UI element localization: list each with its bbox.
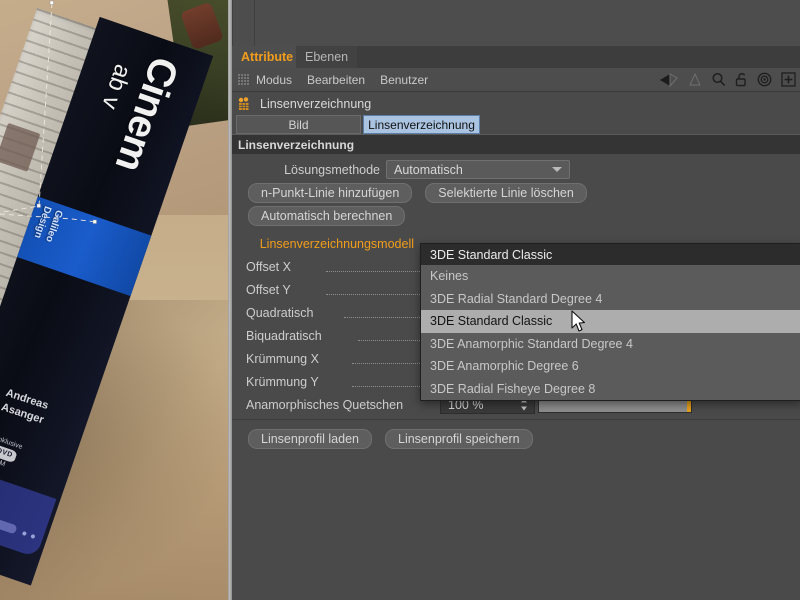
app-window: Cinem ab v Galileo Design Andreas Asange… bbox=[0, 0, 800, 600]
attribute-menubar: Modus Bearbeiten Benutzer bbox=[232, 68, 800, 92]
row-profile-buttons: Linsenprofil laden Linsenprofil speicher… bbox=[232, 427, 800, 450]
delete-selected-line-button[interactable]: Selektierte Linie löschen bbox=[425, 182, 587, 203]
solution-method-value: Automatisch bbox=[394, 162, 463, 177]
solution-method-dropdown[interactable]: Automatisch bbox=[386, 160, 570, 179]
back-arrow-icon[interactable] bbox=[659, 72, 679, 87]
object-header-row: Linsenverzeichnung bbox=[232, 92, 800, 115]
menubar-icon-group bbox=[659, 68, 796, 91]
dropdown-item-radial-standard-degree-4[interactable]: 3DE Radial Standard Degree 4 bbox=[421, 288, 800, 311]
dropdown-item-anamorphic-degree-6[interactable]: 3DE Anamorphic Degree 6 bbox=[421, 355, 800, 378]
upper-empty-panel bbox=[232, 0, 800, 47]
page-tab-bild[interactable]: Bild bbox=[236, 115, 361, 134]
panel-edge bbox=[232, 0, 233, 46]
row-calculate-button: Automatisch berechnen bbox=[232, 204, 800, 227]
group-header: Linsenverzeichnung bbox=[232, 134, 800, 154]
tab-attribute[interactable]: Attribute bbox=[232, 46, 303, 68]
viewport-image[interactable]: Cinem ab v Galileo Design Andreas Asange… bbox=[0, 0, 228, 600]
spine-blue-band bbox=[17, 196, 152, 297]
auto-calculate-button[interactable]: Automatisch berechnen bbox=[248, 205, 406, 226]
dropdown-item-anamorphic-standard-degree-4[interactable]: 3DE Anamorphic Standard Degree 4 bbox=[421, 333, 800, 356]
dot-leader bbox=[358, 330, 424, 341]
dropdown-item-keines[interactable]: Keines bbox=[421, 265, 800, 288]
distortion-model-dropdown-list[interactable]: 3DE Standard Classic Keines 3DE Radial S… bbox=[420, 243, 800, 401]
label-quadratisch: Quadratisch bbox=[246, 305, 314, 320]
label-offset-x: Offset X bbox=[246, 259, 291, 274]
mouse-cursor bbox=[571, 310, 586, 332]
book-media-info: inklusive DVD ROM bbox=[0, 435, 55, 484]
panel-seam bbox=[254, 0, 255, 46]
dropdown-item-radial-fisheye-degree-8[interactable]: 3DE Radial Fisheye Degree 8 bbox=[421, 378, 800, 401]
photo-background: Cinem ab v Galileo Design Andreas Asange… bbox=[0, 0, 228, 600]
object-title: Linsenverzeichnung bbox=[260, 96, 372, 111]
unlock-icon[interactable] bbox=[735, 72, 748, 87]
dot-leader bbox=[326, 284, 424, 295]
panel-tab-strip: Attribute Ebenen bbox=[232, 46, 800, 68]
load-lens-profile-button[interactable]: Linsenprofil laden bbox=[248, 428, 372, 449]
page-tab-row: Bild Linsenverzeichnung bbox=[232, 115, 800, 134]
grip-icon[interactable] bbox=[238, 74, 250, 85]
plus-box-icon[interactable] bbox=[781, 72, 796, 87]
dropdown-current-value: 3DE Standard Classic bbox=[421, 244, 800, 265]
row-line-buttons: n-Punkt-Linie hinzufügen Selektierte Lin… bbox=[232, 181, 800, 204]
page-tab-linsenverzeichnung[interactable]: Linsenverzeichnung bbox=[363, 115, 480, 134]
dropdown-item-standard-classic[interactable]: 3DE Standard Classic bbox=[421, 310, 800, 333]
label-distortion-model: Linsenverzeichnungsmodell bbox=[259, 236, 414, 251]
row-solution-method: Lösungsmethode Automatisch bbox=[232, 158, 800, 181]
label-offset-y: Offset Y bbox=[246, 282, 291, 297]
target-icon[interactable] bbox=[757, 72, 772, 87]
save-lens-profile-button[interactable]: Linsenprofil speichern bbox=[385, 428, 533, 449]
chevron-down-icon bbox=[552, 167, 562, 172]
dot-leader bbox=[352, 376, 424, 387]
menu-bearbeiten[interactable]: Bearbeiten bbox=[307, 73, 365, 87]
dot-leader bbox=[344, 307, 424, 318]
label-kruemmung-x: Krümmung X bbox=[246, 351, 319, 366]
menu-benutzer[interactable]: Benutzer bbox=[380, 73, 428, 87]
book-author: Andreas Asanger bbox=[0, 386, 50, 427]
dot-leader bbox=[352, 353, 424, 364]
cone-icon[interactable] bbox=[688, 72, 702, 87]
search-icon[interactable] bbox=[711, 72, 726, 87]
label-anamorphic-squeeze: Anamorphisches Quetschen bbox=[246, 397, 404, 412]
label-kruemmung-y: Krümmung Y bbox=[246, 374, 319, 389]
add-n-point-line-button[interactable]: n-Punkt-Linie hinzufügen bbox=[248, 182, 413, 203]
tab-ebenen[interactable]: Ebenen bbox=[296, 46, 358, 68]
separator bbox=[232, 419, 800, 427]
menu-modus[interactable]: Modus bbox=[256, 73, 292, 87]
label-biquadratisch: Biquadratisch bbox=[246, 328, 322, 343]
label-solution-method: Lösungsmethode bbox=[284, 162, 380, 177]
lens-distortion-object-icon bbox=[238, 96, 249, 110]
dot-leader bbox=[326, 261, 424, 272]
